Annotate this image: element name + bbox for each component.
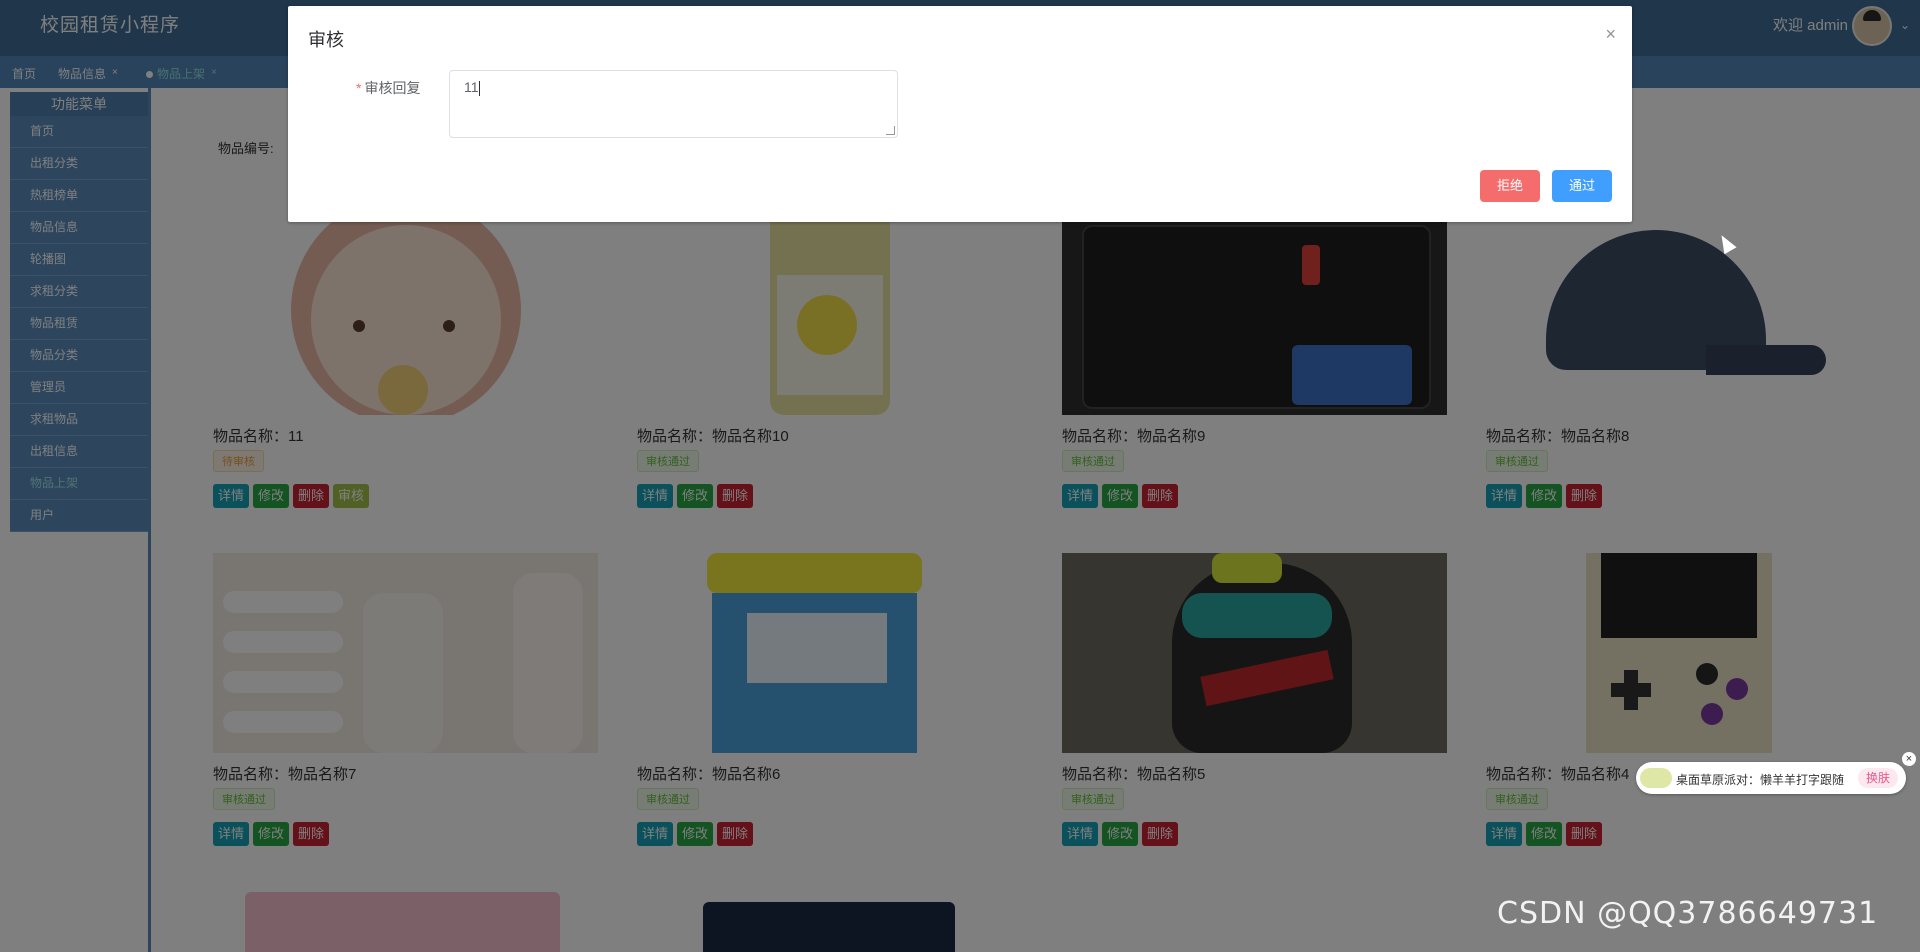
close-icon[interactable]: × <box>1605 24 1616 45</box>
widget-text: 桌面草原派对：懒羊羊打字跟随 <box>1676 773 1845 787</box>
required-mark: * <box>356 80 362 96</box>
watermark: CSDN @QQ3786649731 <box>1497 896 1879 931</box>
skin-button[interactable]: 换肤 <box>1857 768 1898 788</box>
desktop-widget[interactable]: 桌面草原派对：懒羊羊打字跟随 换肤 <box>1636 762 1906 794</box>
text-caret <box>478 80 480 96</box>
resize-handle[interactable] <box>886 126 895 135</box>
audit-dialog: 审核 × * 审核回复 11 拒绝 通过 <box>288 6 1632 222</box>
pass-button[interactable]: 通过 <box>1552 170 1612 202</box>
dialog-title: 审核 <box>308 30 344 50</box>
close-icon[interactable]: × <box>1902 752 1916 766</box>
reply-value: 11 <box>464 79 479 95</box>
reply-label-text: 审核回复 <box>364 80 421 96</box>
reject-button[interactable]: 拒绝 <box>1480 170 1540 202</box>
sheep-icon <box>1640 768 1672 788</box>
reply-label: * 审核回复 <box>356 78 420 98</box>
reply-textarea[interactable]: 11 <box>449 70 898 138</box>
